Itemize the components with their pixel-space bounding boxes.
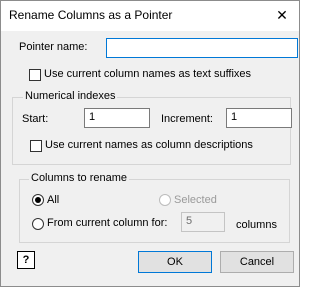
columns-count-input[interactable]: 5 [181,212,225,232]
columns-label: columns [236,219,277,231]
cancel-button[interactable]: Cancel [220,251,294,273]
all-label: All [47,194,60,206]
ok-button[interactable]: OK [138,251,212,273]
title-bar: Rename Columns as a Pointer ✕ [1,1,299,31]
start-label: Start: [22,113,49,125]
radio-selected-dot [35,197,41,203]
columns-to-rename-group [19,179,290,243]
pointer-name-input[interactable] [106,38,298,58]
selected-label: Selected [174,194,217,206]
column-descriptions-checkbox[interactable] [30,140,42,152]
text-suffixes-checkbox[interactable] [29,69,41,81]
all-radio[interactable] [32,194,44,206]
from-current-column-radio[interactable] [32,218,44,230]
increment-label: Increment: [161,113,213,125]
from-current-column-label: From current column for: [47,217,168,229]
start-input[interactable]: 1 [84,108,150,128]
help-icon[interactable]: ? [17,251,35,269]
pointer-name-label: Pointer name: [19,41,88,53]
rename-columns-dialog: Rename Columns as a Pointer ✕ Pointer na… [0,0,300,287]
numerical-indexes-group-label: Numerical indexes [23,90,118,102]
text-suffixes-label: Use current column names as text suffixe… [44,68,252,80]
selected-radio[interactable] [159,194,171,206]
column-descriptions-label: Use current names as column descriptions [45,139,253,151]
columns-to-rename-group-label: Columns to rename [29,172,129,184]
increment-input[interactable]: 1 [226,108,292,128]
window-title: Rename Columns as a Pointer [9,8,173,22]
close-icon[interactable]: ✕ [271,5,293,25]
